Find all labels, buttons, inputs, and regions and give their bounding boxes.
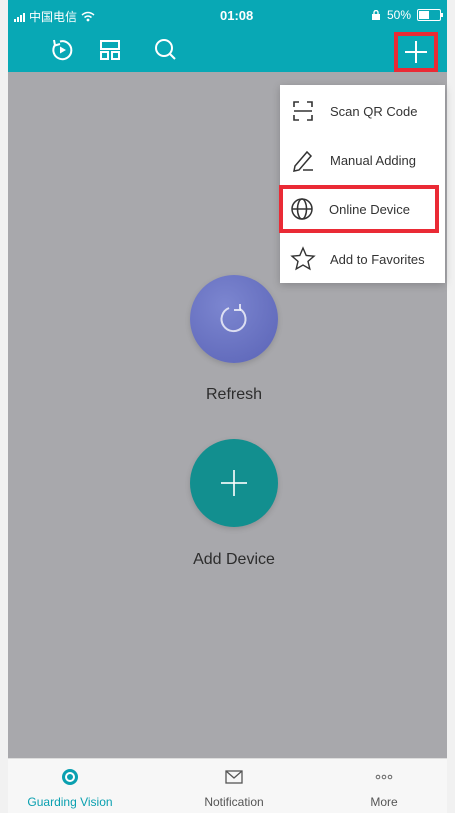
menu-item-label: Manual Adding [330, 152, 417, 168]
lock-rotation-icon [371, 10, 380, 20]
tab-label: Guarding Vision [27, 795, 113, 809]
signal-icon [14, 12, 25, 22]
menu-item-manual-adding[interactable]: Manual Adding [280, 136, 445, 184]
add-icon [405, 41, 427, 63]
battery-percent: 50% [386, 8, 411, 22]
carrier-name: 中国电信 [29, 10, 78, 24]
menu-item-online-device[interactable]: Online Device [279, 185, 439, 233]
menu-item-label: Scan QR Code [330, 103, 418, 119]
battery-icon [417, 9, 443, 21]
refresh-button[interactable] [190, 275, 278, 363]
tab-bar: Guarding Vision Notification More [8, 758, 447, 813]
wifi-icon [81, 11, 95, 22]
star-icon [290, 246, 316, 272]
tab-label: Notification [204, 795, 264, 809]
tab-label: More [370, 795, 398, 809]
status-left: 中国电信 [14, 8, 95, 25]
tab-guarding-vision[interactable]: Guarding Vision [10, 759, 130, 813]
search-icon[interactable] [151, 36, 179, 64]
plus-icon [221, 470, 247, 496]
mail-icon [225, 770, 243, 784]
refresh-icon [220, 304, 247, 333]
status-bar: 中国电信 01:08 50% [8, 0, 447, 30]
globe-icon [289, 196, 315, 222]
tab-more[interactable]: More [324, 759, 444, 813]
top-bar: 中国电信 01:08 50% [8, 0, 447, 72]
scan-qr-icon [290, 98, 316, 124]
tab-notification[interactable]: Notification [174, 759, 294, 813]
status-time: 01:08 [220, 8, 254, 23]
playback-icon[interactable] [48, 36, 76, 64]
layout-icon[interactable] [96, 36, 124, 64]
more-icon [375, 774, 393, 780]
add-menu: Scan QR Code Manual Adding Online Device… [279, 85, 445, 283]
menu-item-scan-qr[interactable]: Scan QR Code [280, 87, 445, 135]
menu-item-label: Online Device [329, 201, 410, 217]
add-device-button[interactable] [190, 439, 278, 527]
pencil-icon [290, 147, 316, 173]
target-icon [62, 769, 78, 785]
add-button[interactable] [394, 32, 438, 72]
menu-item-add-favorites[interactable]: Add to Favorites [280, 235, 445, 283]
refresh-label: Refresh [205, 386, 263, 403]
status-right: 50% [371, 8, 443, 22]
menu-item-label: Add to Favorites [330, 251, 425, 267]
add-device-label: Add Device [193, 551, 275, 568]
